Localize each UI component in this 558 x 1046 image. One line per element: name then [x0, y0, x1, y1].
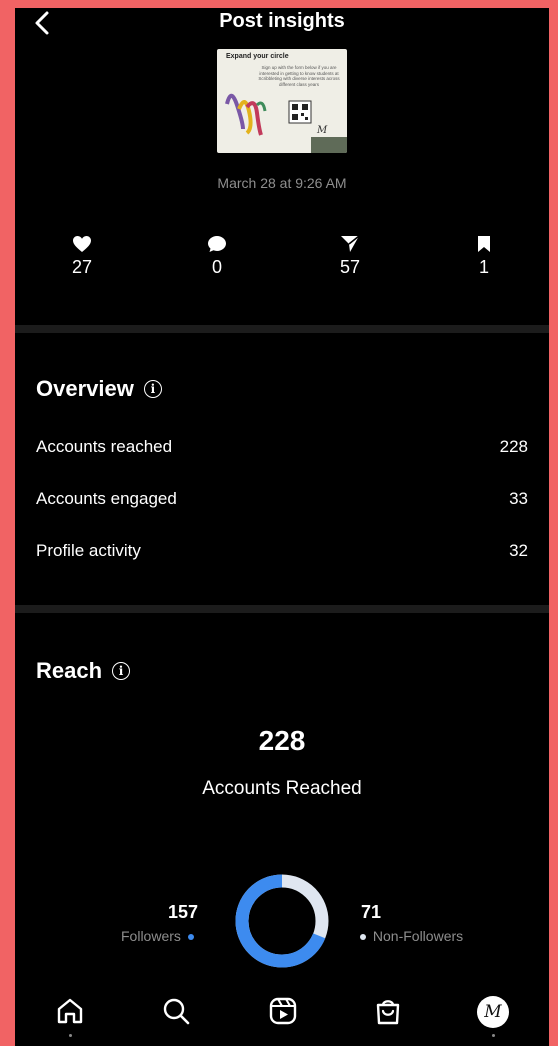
saves-count: 1 [478, 257, 489, 277]
followers-dot [187, 934, 194, 941]
overview-heading: Overview i [36, 376, 162, 402]
overview-row-accounts-engaged[interactable]: Accounts engaged 33 [36, 489, 528, 509]
heart-icon [73, 236, 91, 252]
likes-stat[interactable]: 27 [52, 235, 112, 278]
row-value: 32 [509, 541, 528, 560]
post-insights-screen: Post insights Expand your circle Sign up… [15, 8, 549, 1046]
send-icon [341, 235, 360, 252]
row-label: Profile activity [36, 541, 141, 560]
info-icon[interactable]: i [112, 662, 131, 680]
non-followers-label: Non-Followers [372, 928, 464, 944]
row-value: 33 [509, 489, 528, 508]
shop-icon[interactable] [373, 996, 403, 1026]
row-label: Accounts reached [36, 437, 173, 456]
comments-stat[interactable]: 0 [187, 235, 247, 278]
overview-row-profile-activity[interactable]: Profile activity 32 [36, 541, 528, 561]
thumbnail-illustration: M [225, 93, 347, 153]
reach-title: Reach [36, 658, 103, 683]
shares-stat[interactable]: 57 [320, 235, 380, 278]
info-icon[interactable]: i [143, 380, 162, 398]
overview-title: Overview [36, 376, 134, 401]
reach-heading: Reach i [36, 658, 131, 684]
post-timestamp: March 28 at 9:26 AM [217, 175, 347, 191]
bookmark-icon [478, 236, 490, 252]
comments-count: 0 [211, 257, 222, 277]
non-followers-count: 71 [361, 902, 382, 922]
profile-active-dot [492, 1034, 495, 1037]
shares-count: 57 [339, 257, 361, 277]
profile-avatar[interactable]: M [477, 996, 509, 1028]
post-thumbnail[interactable]: Expand your circle Sign up with the form… [217, 49, 347, 153]
avatar-monogram: M [484, 1002, 502, 1022]
reach-total-label: Accounts Reached [202, 778, 362, 799]
row-label: Accounts engaged [36, 489, 177, 508]
page-title: Post insights [219, 10, 345, 32]
header: Post insights [15, 8, 549, 38]
followers-legend: Followers [121, 928, 194, 944]
followers-label: Followers [121, 928, 181, 944]
non-followers-dot [360, 934, 366, 941]
svg-text:M: M [316, 125, 328, 136]
reach-total: 228 [258, 725, 306, 756]
reach-donut-chart [235, 874, 329, 968]
followers-count: 157 [168, 902, 199, 922]
comment-icon [208, 236, 226, 252]
non-followers-legend: Non-Followers [360, 928, 463, 944]
likes-count: 27 [71, 257, 93, 277]
section-divider [15, 325, 549, 333]
overview-row-accounts-reached[interactable]: Accounts reached 228 [36, 437, 528, 457]
search-icon[interactable] [161, 996, 191, 1026]
saves-stat[interactable]: 1 [454, 235, 514, 278]
reels-icon[interactable] [268, 996, 298, 1026]
section-divider [15, 605, 549, 613]
row-value: 228 [499, 437, 528, 456]
home-icon[interactable] [55, 996, 85, 1026]
home-active-dot [69, 1034, 72, 1037]
